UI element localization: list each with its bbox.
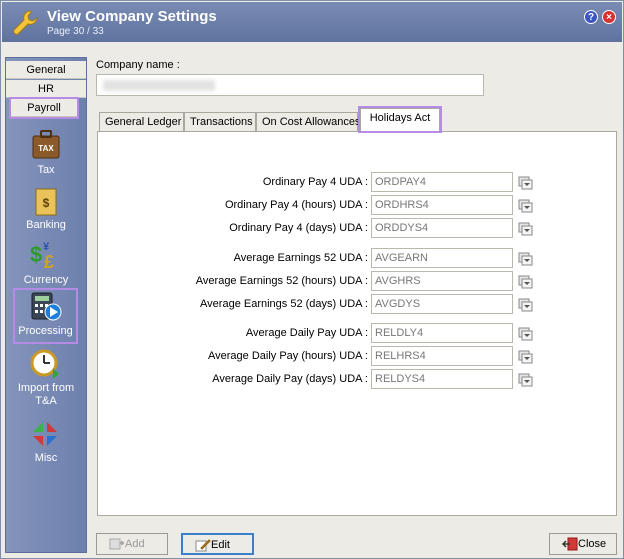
banking-icon: $ <box>35 188 57 216</box>
edit-button-label: Edit <box>211 539 230 551</box>
close-button-label: Close <box>578 538 607 550</box>
sidebar-item-label: Tax <box>37 164 55 176</box>
sidebar-item-label: Misc <box>34 452 58 464</box>
lookup-icon[interactable] <box>518 298 534 312</box>
lookup-icon[interactable] <box>518 350 534 364</box>
lookup-icon[interactable] <box>518 327 534 341</box>
ordinary-pay-days-field[interactable]: ORDDYS4 <box>371 218 513 238</box>
sidebar-item-processing[interactable]: Processing <box>13 288 78 344</box>
tab-holidays-act[interactable]: Holidays Act <box>358 106 442 133</box>
title-bar: View Company Settings Page 30 / 33 ? × <box>2 2 622 42</box>
ordinary-pay-hours-field[interactable]: ORDHRS4 <box>371 195 513 215</box>
help-button[interactable]: ? <box>584 10 598 24</box>
edit-pencil-icon <box>195 539 211 552</box>
page-counter: Page 30 / 33 <box>47 26 104 37</box>
svg-text:£: £ <box>44 252 54 272</box>
lookup-icon[interactable] <box>518 275 534 289</box>
lookup-icon[interactable] <box>518 176 534 190</box>
svg-text:TAX: TAX <box>38 144 54 153</box>
average-daily-pay-days-label: Average Daily Pay (days) UDA : <box>212 373 368 385</box>
average-earnings-days-label: Average Earnings 52 (days) UDA : <box>200 298 368 310</box>
average-daily-pay-label: Average Daily Pay UDA : <box>245 327 368 339</box>
lookup-icon[interactable] <box>518 252 534 266</box>
sidebar-tab-hr[interactable]: HR <box>6 80 86 98</box>
wrench-icon <box>13 10 38 35</box>
misc-icon <box>33 422 57 446</box>
tab-on-cost-allowances[interactable]: On Cost Allowances <box>256 112 360 132</box>
average-earnings-hours-label: Average Earnings 52 (hours) UDA : <box>195 275 368 287</box>
company-name-label: Company name : <box>96 59 180 71</box>
svg-text:$: $ <box>43 196 50 210</box>
lookup-icon[interactable] <box>518 222 534 236</box>
currency-icon: $ ¥ £ <box>30 241 54 272</box>
sidebar: General HR Payroll TAX Tax $ Banking $ ¥… <box>5 57 87 553</box>
sidebar-item-misc[interactable]: Misc <box>6 418 86 464</box>
close-window-button[interactable]: × <box>602 10 616 24</box>
import-clock-icon <box>30 349 59 379</box>
close-door-icon <box>562 537 578 551</box>
holidays-act-panel: Ordinary Pay 4 UDA : ORDPAY4 Ordinary Pa… <box>97 131 617 516</box>
average-daily-pay-days-field[interactable]: RELDYS4 <box>371 369 513 389</box>
svg-text:$: $ <box>30 242 42 267</box>
redacted-company-name <box>103 80 215 91</box>
lookup-icon[interactable] <box>518 373 534 387</box>
edit-button[interactable]: Edit <box>181 533 254 555</box>
ordinary-pay-label: Ordinary Pay 4 UDA : <box>262 176 368 188</box>
sidebar-item-currency[interactable]: $ ¥ £ Currency <box>6 238 86 286</box>
processing-icon <box>31 292 61 321</box>
company-name-field[interactable] <box>96 74 484 96</box>
add-icon <box>109 538 124 550</box>
average-daily-pay-hours-label: Average Daily Pay (hours) UDA : <box>208 350 368 362</box>
average-earnings-label: Average Earnings 52 UDA : <box>233 252 368 264</box>
ordinary-pay-field[interactable]: ORDPAY4 <box>371 172 513 192</box>
tab-general-ledger[interactable]: General Ledger <box>99 112 184 132</box>
average-earnings-hours-field[interactable]: AVGHRS <box>371 271 513 291</box>
sidebar-tab-general[interactable]: General <box>6 61 86 79</box>
sidebar-tab-payroll[interactable]: Payroll <box>9 97 79 119</box>
sidebar-item-label: Currency <box>23 274 69 286</box>
tax-icon: TAX <box>32 130 60 159</box>
average-daily-pay-field[interactable]: RELDLY4 <box>371 323 513 343</box>
average-earnings-field[interactable]: AVGEARN <box>371 248 513 268</box>
sidebar-item-banking[interactable]: $ Banking <box>6 185 86 231</box>
ordinary-pay-days-label: Ordinary Pay 4 (days) UDA : <box>229 222 368 234</box>
close-button[interactable]: Close <box>549 533 617 555</box>
average-earnings-days-field[interactable]: AVGDYS <box>371 294 513 314</box>
sidebar-item-tax[interactable]: TAX Tax <box>6 128 86 176</box>
sidebar-item-label: Processing <box>18 325 73 337</box>
window-title: View Company Settings <box>47 8 217 25</box>
company-settings-window: View Company Settings Page 30 / 33 ? × G… <box>0 0 624 559</box>
tab-transactions[interactable]: Transactions <box>184 112 256 132</box>
sidebar-item-import[interactable]: Import from T&A <box>6 348 86 408</box>
add-button-label: Add <box>125 538 145 550</box>
sidebar-item-label: Banking <box>26 219 66 231</box>
lookup-icon[interactable] <box>518 199 534 213</box>
ordinary-pay-hours-label: Ordinary Pay 4 (hours) UDA : <box>224 199 368 211</box>
sidebar-item-label: Import from T&A <box>17 382 75 407</box>
average-daily-pay-hours-field[interactable]: RELHRS4 <box>371 346 513 366</box>
add-button[interactable]: Add <box>96 533 168 555</box>
